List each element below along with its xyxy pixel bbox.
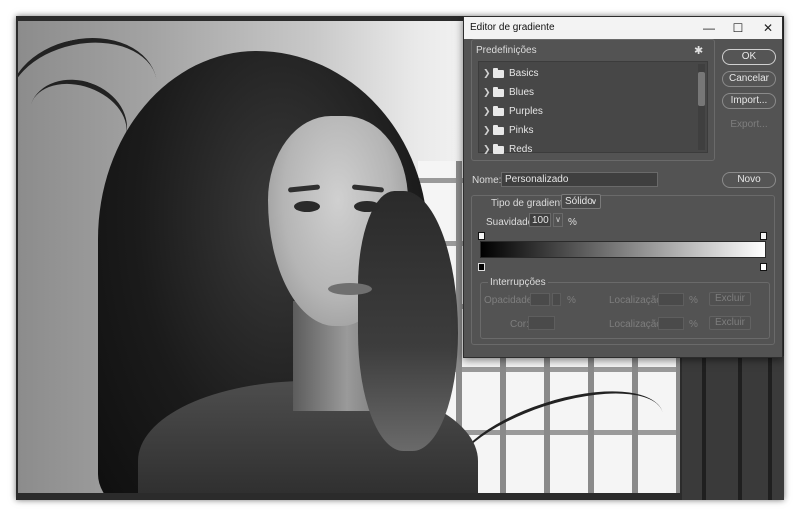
side-panel-strips — [682, 356, 784, 500]
color-stop-right[interactable] — [760, 263, 767, 271]
stop-color-swatch — [528, 316, 555, 330]
cancel-button[interactable]: Cancelar — [722, 71, 776, 87]
folder-icon — [493, 106, 504, 116]
folder-icon — [493, 144, 504, 154]
photo-lips — [328, 283, 372, 295]
ok-button[interactable]: OK — [722, 49, 776, 65]
photo-eye-left — [294, 201, 320, 212]
stops-label: Interrupções — [488, 277, 548, 288]
chevron-right-icon[interactable]: ❯ — [483, 87, 491, 98]
color-location-label: Localização: — [609, 319, 665, 330]
preset-folder-blues[interactable]: ❯ Blues — [479, 83, 697, 102]
photoshop-window: Editor de gradiente — ☐ ✕ Predefinições … — [16, 16, 784, 500]
stop-opacity-label: Opacidade: — [484, 295, 536, 306]
presets-label: Predefinições — [474, 45, 539, 56]
gradient-type-select[interactable]: Sólido ∨ — [561, 194, 601, 209]
close-icon[interactable]: ✕ — [759, 20, 777, 36]
minimize-icon[interactable]: — — [700, 20, 718, 36]
stop-opacity-unit: % — [567, 295, 576, 306]
folder-icon — [493, 68, 504, 78]
stop-color-label: Cor: — [510, 319, 529, 330]
photo-eye-right — [354, 201, 380, 212]
color-stop-left[interactable] — [478, 263, 485, 271]
dialog-titlebar[interactable]: Editor de gradiente — ☐ ✕ — [464, 17, 782, 39]
chevron-right-icon[interactable]: ❯ — [483, 125, 491, 136]
gradient-editor-dialog: Editor de gradiente — ☐ ✕ Predefinições … — [463, 16, 783, 358]
opacity-stop-left[interactable] — [478, 232, 485, 240]
stop-opacity-field — [530, 293, 550, 306]
preset-folder-basics[interactable]: ❯ Basics — [479, 64, 697, 83]
preset-folder-pinks[interactable]: ❯ Pinks — [479, 121, 697, 140]
scrollbar-thumb[interactable] — [698, 72, 705, 106]
presets-scrollbar[interactable] — [698, 64, 705, 150]
preset-folder-purples[interactable]: ❯ Purples — [479, 102, 697, 121]
folder-icon — [493, 87, 504, 97]
color-location-unit: % — [689, 319, 698, 330]
preset-folder-label: Blues — [509, 87, 535, 98]
chevron-right-icon[interactable]: ❯ — [483, 68, 491, 79]
chevron-down-icon[interactable]: ∨ — [553, 213, 563, 227]
folder-icon — [493, 125, 504, 135]
export-button: Export... — [730, 119, 768, 130]
dialog-title: Editor de gradiente — [470, 22, 555, 33]
stops-group — [480, 282, 770, 339]
panel-divider — [738, 356, 742, 500]
preset-folder-label: Pinks — [509, 125, 534, 136]
stop-opacity-dropdown — [552, 293, 561, 306]
gear-icon[interactable]: ✱ — [694, 44, 703, 57]
preset-folder-label: Basics — [509, 68, 539, 79]
name-label: Nome: — [472, 175, 502, 186]
smoothness-input[interactable]: 100 — [529, 213, 551, 227]
gradient-type-value: Sólido — [565, 196, 593, 207]
gradient-ramp[interactable] — [480, 241, 766, 258]
delete-color-stop-button: Excluir — [709, 316, 751, 330]
chevron-right-icon[interactable]: ❯ — [483, 106, 491, 117]
preset-folder-reds[interactable]: ❯ Reds — [479, 140, 697, 159]
maximize-icon[interactable]: ☐ — [729, 20, 747, 36]
color-location-field — [658, 317, 684, 330]
chevron-down-icon: ∨ — [591, 197, 597, 206]
panel-divider — [768, 356, 772, 500]
opacity-location-unit: % — [689, 295, 698, 306]
presets-list[interactable]: ❯ Basics ❯ Blues ❯ Purples ❯ Pinks ❯ Red… — [478, 61, 708, 155]
panel-divider — [702, 356, 706, 500]
import-button[interactable]: Import... — [722, 93, 776, 109]
delete-opacity-stop-button: Excluir — [709, 292, 751, 306]
opacity-location-label: Localização: — [609, 295, 665, 306]
preset-folder-label: Reds — [509, 144, 533, 155]
new-button[interactable]: Novo — [722, 172, 776, 188]
opacity-location-field — [658, 293, 684, 306]
chevron-right-icon[interactable]: ❯ — [483, 144, 491, 155]
name-input[interactable] — [501, 172, 658, 187]
opacity-stop-right[interactable] — [760, 232, 767, 240]
preset-folder-label: Purples — [509, 106, 543, 117]
smoothness-unit: % — [568, 217, 577, 228]
